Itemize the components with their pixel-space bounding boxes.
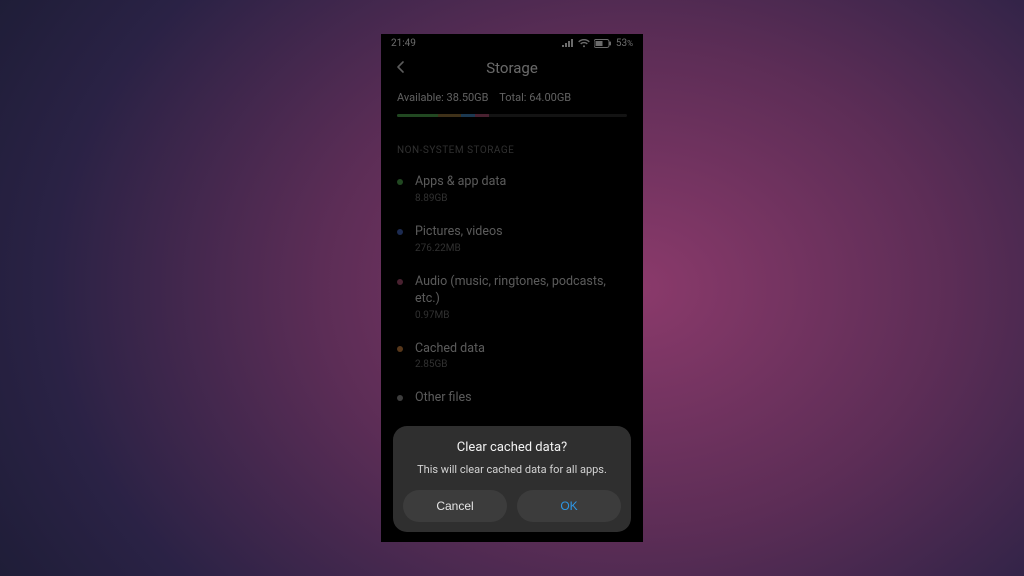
ok-button[interactable]: OK — [517, 490, 621, 522]
phone-frame: 21:49 53% Storage Available: 38.50GB Tot… — [381, 34, 643, 542]
clear-cache-dialog: Clear cached data? This will clear cache… — [393, 426, 631, 532]
dialog-buttons: Cancel OK — [403, 490, 621, 522]
dialog-message: This will clear cached data for all apps… — [403, 463, 621, 476]
cancel-button[interactable]: Cancel — [403, 490, 507, 522]
dialog-title: Clear cached data? — [403, 440, 621, 455]
